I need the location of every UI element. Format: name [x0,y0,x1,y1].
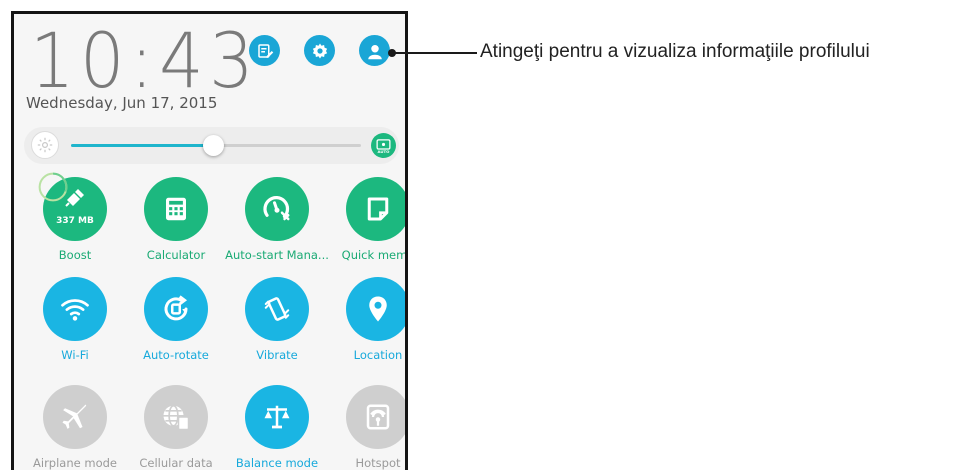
cellular-data-button[interactable] [144,385,208,449]
tile-quick-memo[interactable]: Quick memo [330,177,405,267]
tile-label: Hotspot [355,456,401,470]
tile-label: Location [353,348,403,362]
tile-boost[interactable]: 337 MB Boost [27,172,123,267]
tile-label: Vibrate [256,348,298,362]
settings-button[interactable] [304,35,335,66]
gear-icon [312,43,327,58]
tile-hotspot[interactable]: Hotspot [330,385,405,470]
tile-label: Wi-Fi [61,348,89,362]
calculator-button[interactable] [144,177,208,241]
balance-scale-icon [264,405,290,429]
cellular-data-icon [163,404,190,431]
location-button[interactable] [346,277,405,341]
clock: 10:43 [30,16,260,105]
auto-brightness-icon: AUTO [376,139,391,154]
gauge-icon [263,195,290,221]
location-pin-icon [369,296,387,322]
tile-cellular-data[interactable]: Cellular data [128,385,224,470]
tile-airplane-mode[interactable]: Airplane mode [27,385,123,470]
vibrate-button[interactable] [245,277,309,341]
tile-label: Boost [58,248,92,262]
tile-label: Calculator [146,248,206,262]
auto-rotate-button[interactable] [144,277,208,341]
tile-label: Balance mode [235,456,319,470]
brightness-bar: AUTO [24,127,399,164]
airplane-icon [62,404,87,429]
rotate-icon [164,295,188,321]
tile-vibrate[interactable]: Vibrate [229,277,325,367]
calculator-icon [166,197,186,221]
tile-label: Auto-rotate [143,348,209,362]
memo-icon [367,197,389,221]
tile-balance-mode[interactable]: Balance mode [229,385,325,470]
tile-label: Auto-start Mana... [225,248,329,262]
hotspot-icon [366,404,390,430]
brightness-slider-thumb[interactable] [203,135,225,156]
boost-memory: 337 MB [56,216,94,226]
wifi-icon [61,299,89,321]
auto-label: AUTO [378,149,391,154]
boost-button[interactable]: 337 MB [38,172,107,241]
hotspot-button[interactable] [346,385,405,449]
tile-wifi[interactable]: Wi-Fi [27,277,123,367]
tile-label: Airplane mode [33,456,117,470]
auto-brightness-button[interactable]: AUTO [371,133,396,158]
quick-settings-panel: 10:43 Wednesday, Jun 17, 2015 AUTO 337 M… [11,11,408,470]
brightness-slider[interactable] [71,135,361,156]
brightness-low-icon [31,131,59,159]
quick-memo-button[interactable] [346,177,405,241]
profile-icon [367,44,382,59]
tile-label: Cellular data [139,456,213,470]
edit-button[interactable] [249,35,280,66]
auto-start-manager-button[interactable] [245,177,309,241]
airplane-mode-button[interactable] [43,385,107,449]
tile-auto-rotate[interactable]: Auto-rotate [128,277,224,367]
tile-location[interactable]: Location [330,277,405,367]
brightness-slider-fill [71,144,214,147]
wifi-button[interactable] [43,277,107,341]
vibrate-icon [264,297,290,321]
balance-mode-button[interactable] [245,385,309,449]
broom-icon [65,189,84,207]
profile-button[interactable] [359,35,390,66]
callout-line [392,52,477,54]
tile-label: Quick memo [341,248,408,262]
tile-auto-start-manager[interactable]: Auto-start Mana... [225,177,329,267]
date: Wednesday, Jun 17, 2015 [26,94,218,112]
callout-text: Atingeţi pentru a vizualiza informaţiile… [480,41,870,62]
tile-calculator[interactable]: Calculator [128,177,224,267]
edit-icon [257,43,273,58]
